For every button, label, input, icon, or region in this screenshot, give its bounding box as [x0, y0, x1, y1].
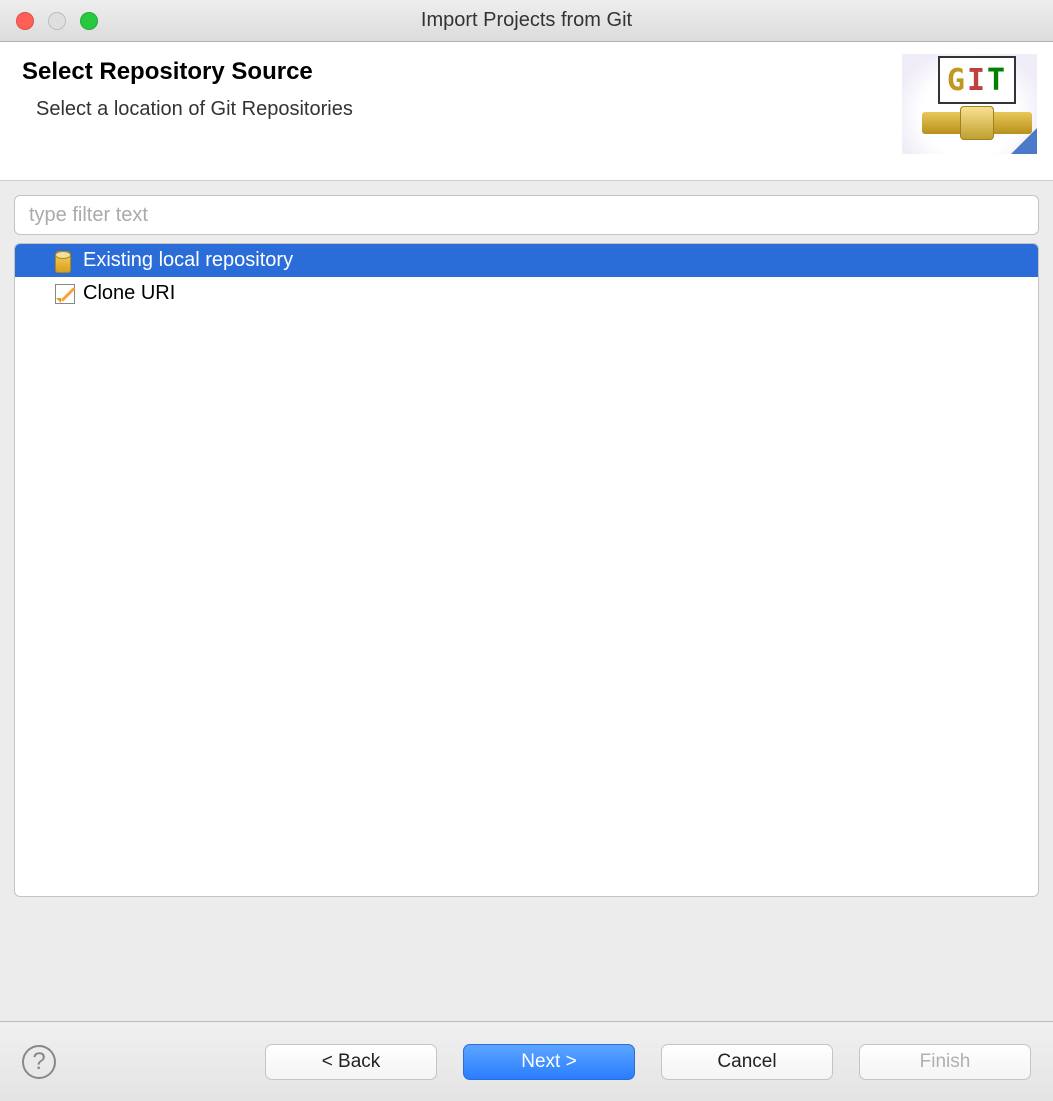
content-area: Existing local repository Clone URI: [0, 181, 1053, 911]
next-button[interactable]: Next >: [463, 1044, 635, 1080]
traffic-lights: [0, 12, 98, 30]
option-label: Clone URI: [83, 282, 175, 305]
window-title: Import Projects from Git: [0, 9, 1053, 32]
repository-source-list: Existing local repository Clone URI: [14, 243, 1039, 897]
page-title: Select Repository Source: [22, 58, 353, 86]
back-button[interactable]: < Back: [265, 1044, 437, 1080]
finish-button[interactable]: Finish: [859, 1044, 1031, 1080]
wizard-header: Select Repository Source Select a locati…: [0, 42, 1053, 181]
wizard-footer: ? < Back Next > Cancel Finish: [0, 1021, 1053, 1101]
edit-note-icon: [55, 284, 75, 304]
footer-buttons: < Back Next > Cancel Finish: [265, 1044, 1031, 1080]
close-window-button[interactable]: [16, 12, 34, 30]
titlebar: Import Projects from Git: [0, 0, 1053, 42]
page-subtitle: Select a location of Git Repositories: [22, 98, 353, 121]
help-icon[interactable]: ?: [22, 1045, 56, 1079]
minimize-window-button[interactable]: [48, 12, 66, 30]
cancel-button[interactable]: Cancel: [661, 1044, 833, 1080]
option-label: Existing local repository: [83, 249, 293, 272]
header-text: Select Repository Source Select a locati…: [22, 58, 353, 121]
option-existing-local-repository[interactable]: Existing local repository: [15, 244, 1038, 277]
maximize-window-button[interactable]: [80, 12, 98, 30]
filter-input[interactable]: [14, 195, 1039, 235]
git-logo-icon: GIT: [902, 54, 1037, 154]
option-clone-uri[interactable]: Clone URI: [15, 277, 1038, 310]
database-icon: [55, 251, 75, 271]
